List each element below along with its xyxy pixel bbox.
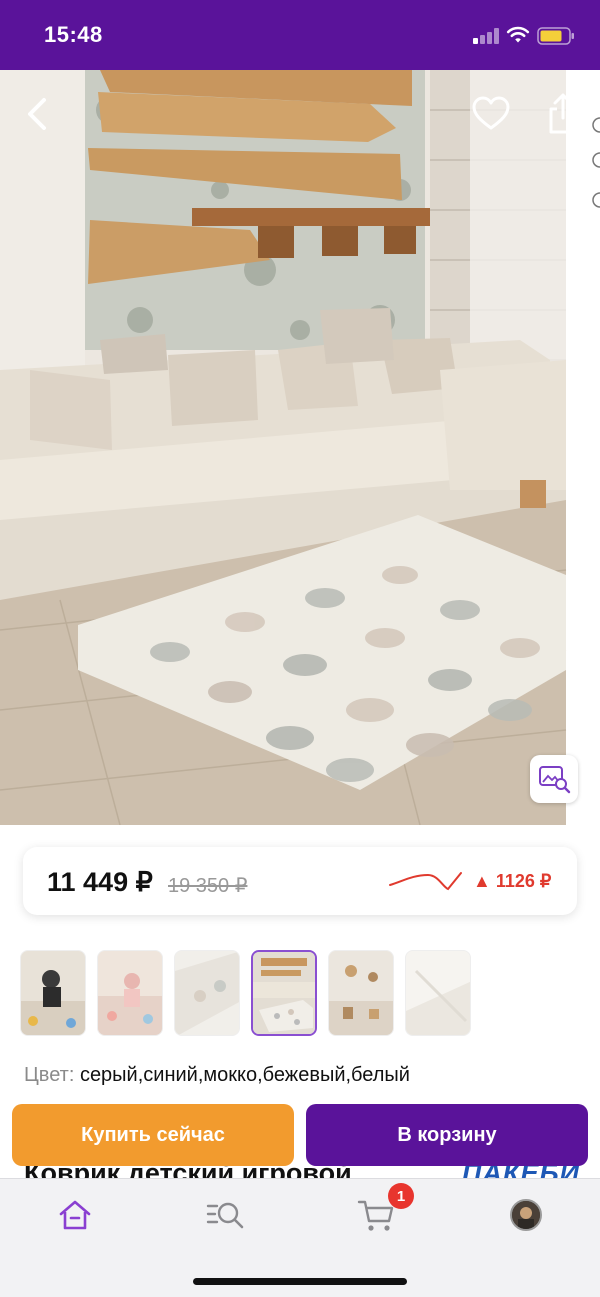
catalog-search-icon	[206, 1202, 244, 1229]
buy-now-button[interactable]: Купить сейчас	[12, 1104, 294, 1166]
back-button[interactable]	[18, 92, 58, 136]
home-icon	[59, 1200, 91, 1230]
price-change: ▲ 1126 ₽	[473, 871, 552, 891]
old-price: 19 350 ₽	[168, 875, 248, 897]
purchase-actions: Купить сейчас В корзину	[0, 1100, 600, 1170]
avatar[interactable]	[510, 1199, 542, 1231]
cart-count-badge: 1	[388, 1183, 414, 1209]
status-bar: 15:48	[0, 0, 600, 70]
favorite-button[interactable]	[470, 94, 512, 134]
color-label: Цвет:	[24, 1064, 75, 1086]
thumbnail[interactable]	[405, 950, 471, 1036]
thumbnail[interactable]	[20, 950, 86, 1036]
visual-search-button[interactable]	[530, 755, 578, 803]
product-photo[interactable]	[0, 70, 600, 825]
cellular-signal-icon	[473, 28, 501, 44]
living-room-rug-photo	[0, 70, 600, 825]
thumbnail-selected[interactable]	[251, 950, 317, 1036]
product-screen: 15:48 11 449 ₽ 19 350 ₽ ▲ 1126 ₽ Цвет: с…	[0, 0, 600, 1297]
thumbnail-strip	[20, 950, 490, 1038]
share-button[interactable]	[545, 92, 581, 136]
price-card[interactable]: 11 449 ₽ 19 350 ₽ ▲ 1126 ₽	[23, 847, 577, 915]
status-time: 15:48	[44, 22, 103, 47]
tab-catalog[interactable]	[203, 1193, 247, 1237]
wifi-icon	[506, 26, 530, 43]
color-values: серый,синий,мокко,бежевый,белый	[79, 1064, 410, 1086]
add-to-cart-button[interactable]: В корзину	[306, 1104, 588, 1166]
thumbnail[interactable]	[174, 950, 240, 1036]
hand-icon[interactable]	[586, 185, 600, 215]
thumbnail[interactable]	[328, 950, 394, 1036]
image-search-icon	[539, 766, 571, 794]
battery-icon	[537, 27, 574, 45]
leaf-icon[interactable]	[586, 145, 600, 175]
tab-home[interactable]	[53, 1193, 97, 1237]
thumbnail[interactable]	[97, 950, 163, 1036]
price-history-chart-icon	[389, 872, 462, 891]
sun-icon[interactable]	[586, 110, 600, 140]
current-price: 11 449 ₽	[47, 867, 153, 897]
home-indicator	[193, 1278, 407, 1285]
color-options[interactable]: Цвет: серый,синий,мокко,бежевый,белый	[24, 1064, 410, 1087]
